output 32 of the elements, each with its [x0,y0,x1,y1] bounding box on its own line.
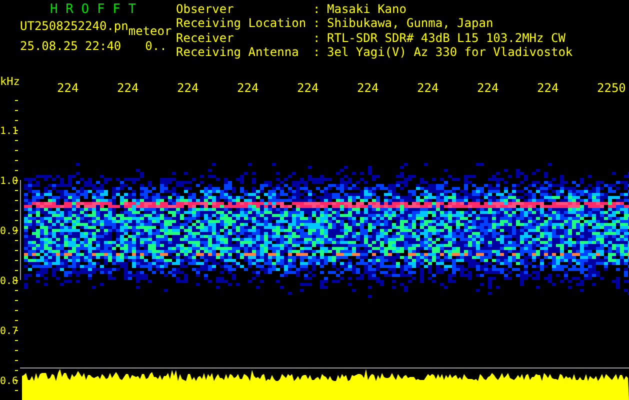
frequency-label: 224 [417,81,439,95]
frequency-label: 0.7 [0,326,18,337]
frequency-label: 224 [537,81,559,95]
info-label: Observer [176,3,235,18]
separator: : [313,17,322,32]
info-value: Masaki Kano [327,3,408,18]
info-label: Receiver [176,32,235,46]
frequency-label: 224 [237,81,259,95]
separator: : [313,46,322,60]
separator: : [313,32,322,46]
timestamp: 25.08.25 22:40 [20,40,122,52]
mode-label: meteor [128,25,172,37]
frequency-label: 224 [297,81,319,95]
frequency-label: 224 [117,81,139,95]
axis-unit: kHz [0,75,20,88]
frequency-label: 1.1 [0,126,18,137]
frequency-label: 0.8 [0,276,18,287]
frequency-label: 224 [57,81,79,95]
separator: : [313,3,322,18]
frequency-label: 2250 [597,81,626,95]
file-name: UT2508252240.pn [20,20,128,32]
counter: 0.. [145,40,167,52]
info-label: Receiving Location [176,17,308,32]
frequency-label: 224 [477,81,499,95]
frequency-label: 224 [177,81,199,95]
info-value: RTL-SDR SDR# 43dB L15 103.2MHz CW [327,32,566,46]
frequency-label: 0.6 [0,376,18,387]
info-value: Shibukawa, Gunma, Japan [327,17,494,32]
info-label: Receiving Antenna [176,46,300,60]
app-title: H R O F F T [49,3,138,17]
frequency-label: 224 [357,81,379,95]
info-value: 3el Yagi(V) Az 330 for Vladivostok [327,46,573,60]
